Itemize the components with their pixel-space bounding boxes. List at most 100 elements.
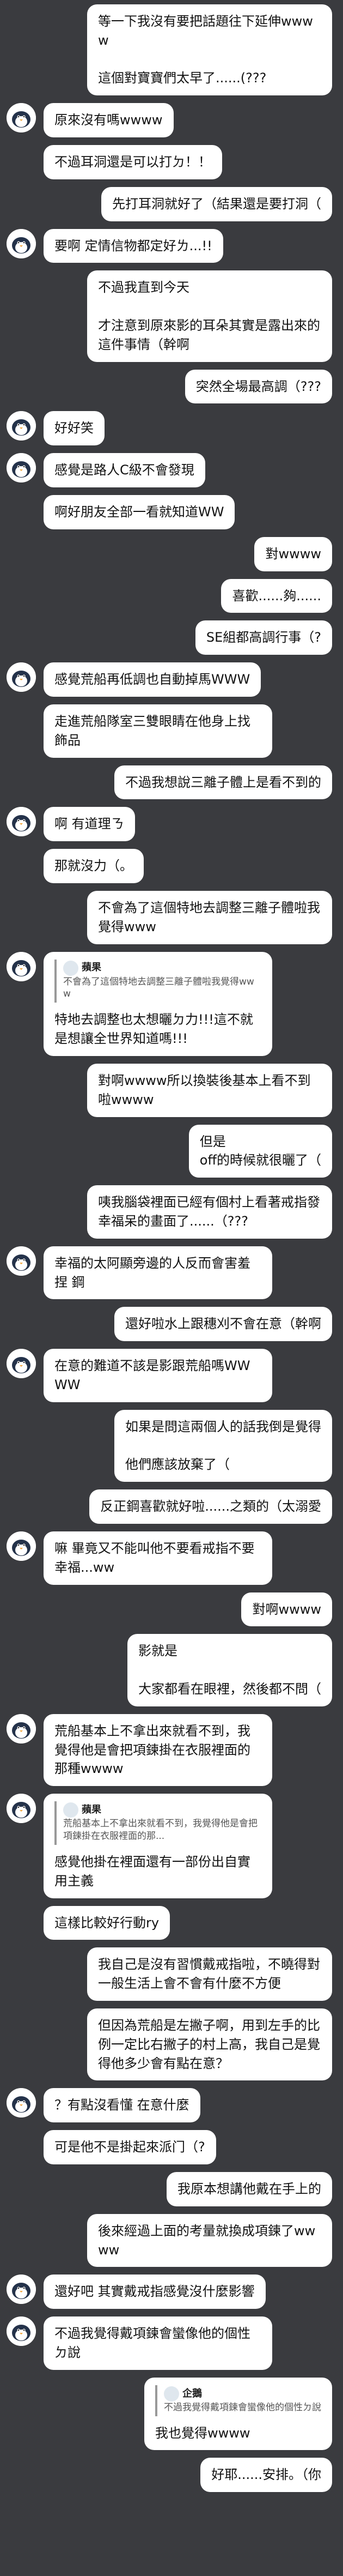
penguin-avatar-icon[interactable] [7,1246,36,1276]
message-bubble[interactable]: 突然全場最高調（??? [185,369,332,404]
message-row: 如果是問這兩個人的話我倒是覺得 他們應該放棄了（ [0,1409,343,1482]
message-row: 不過我直到今天 才注意到原來影的耳朵其實是露出來的這件事情（幹啊 [0,270,343,362]
message-text: 不過我想說三離子體上是看不到的 [125,774,321,790]
penguin-avatar-icon[interactable] [7,1531,36,1561]
message-bubble[interactable]: 不過我想說三離子體上是看不到的 [114,765,332,800]
message-bubble[interactable]: 那就沒力（。 [44,849,144,883]
message-row: 感覺是路人C級不會發現 [0,453,343,487]
penguin-avatar-icon[interactable] [7,951,36,981]
message-bubble[interactable]: 先打耳洞就好了（結果還是要打洞（ [101,186,332,221]
message-bubble[interactable]: 幸福的太阿顯旁邊的人反而會害羞捏 鋼 [44,1246,272,1300]
penguin-avatar-icon[interactable] [7,411,36,441]
message-bubble[interactable]: 蘋果 不會為了這個特地去調整三離子體啦我覺得www 特地去調整也太想曬ㄉ力!!!這不… [44,951,272,1056]
message-text: 還好吧 其實戴戒指感覺沒什麼影響 [54,2284,255,2300]
reply-avatar-icon [164,2386,179,2402]
message-bubble[interactable]: 但是 off的時候就很曬了（ [188,1124,332,1178]
penguin-avatar-icon[interactable] [7,2316,36,2346]
message-bubble[interactable]: 還好吧 其實戴戒指感覺沒什麼影響 [44,2275,266,2309]
message-bubble[interactable]: 對wwww [254,536,332,571]
message-text: 咦我腦袋裡面已經有個村上看著戒指發幸福呆的畫面了......（??? [98,1195,320,1229]
penguin-avatar-icon[interactable] [7,453,36,483]
message-bubble[interactable]: 在意的難道不該是影跟荒船嗎WWWW [44,1349,272,1402]
message-bubble[interactable]: 咦我腦袋裡面已經有個村上看著戒指發幸福呆的畫面了......（??? [87,1185,332,1239]
message-row: 企鵝 不過我覺得戴項鍊會蠻像他的個性ㄉ說 我也覺得wwww [0,2377,343,2451]
penguin-avatar-icon[interactable] [7,2275,36,2304]
message-text: ？有點沒看懂 在意什麼 [54,2097,189,2113]
penguin-avatar-icon[interactable] [7,662,36,692]
message-text: 感覺荒船再低調也自動掉馬WWW [54,672,250,687]
penguin-avatar-icon[interactable] [7,1794,36,1824]
message-bubble[interactable]: 原來沒有嗎wwww [44,103,174,137]
message-bubble[interactable]: 對啊wwww [241,1592,332,1627]
message-bubble[interactable]: 好好笑 [44,411,105,446]
message-row: 原來沒有嗎wwww [0,103,343,137]
penguin-avatar-icon[interactable] [7,103,36,133]
message-text: 影就是 大家都看在眼裡，然後都不問（ [138,1643,321,1697]
message-bubble[interactable]: 後來經過上面的考量就換成項鍊了wwww [87,2213,332,2267]
message-bubble[interactable]: 這樣比較好行動ry [44,1905,170,1940]
message-bubble[interactable]: 感覺荒船再低調也自動掉馬WWW [44,662,261,697]
message-bubble[interactable]: ？有點沒看懂 在意什麼 [44,2088,200,2123]
message-text: 在意的難道不該是影跟荒船嗎WWWW [54,1358,250,1392]
message-bubble[interactable]: 我原本想講他戴在手上的 [167,2171,332,2206]
message-bubble[interactable]: 好耶......安排。（你 [200,2458,332,2493]
message-row: 幸福的太阿顯旁邊的人反而會害羞捏 鋼 [0,1246,343,1300]
reply-quote[interactable]: 企鵝 不過我覺得戴項鍊會蠻像他的個性ㄉ說 [155,2385,321,2416]
penguin-avatar-icon[interactable] [7,1349,36,1379]
message-bubble[interactable]: 企鵝 不過我覺得戴項鍊會蠻像他的個性ㄉ說 我也覺得wwww [144,2377,332,2451]
message-bubble[interactable]: 啊好朋友全部一看就知道WW [44,494,235,529]
message-text: 啊 有道理ㄋ [54,816,124,832]
message-bubble[interactable]: 荒船基本上不拿出來就看不到，我覺得他是會把項鍊掛在衣服裡面的那種wwww [44,1714,272,1787]
message-text: 不過我直到今天 才注意到原來影的耳朵其實是露出來的這件事情（幹啊 [98,280,320,352]
message-bubble[interactable]: 走進荒船隊室三雙眼睛在他身上找飾品 [44,704,272,758]
message-bubble[interactable]: 我自己是沒有習慣戴戒指啦，不曉得對一般生活上會不會有什麼不方便 [87,1947,332,2001]
message-text: 啊好朋友全部一看就知道WW [54,504,224,520]
reply-quote[interactable]: 蘋果荒船基本上不拿出來就看不到，我覺得他是會把項鍊掛在衣服裡面的那... [54,1801,261,1845]
message-text: 對啊wwww所以換裝後基本上看不到啦wwww [98,1072,311,1107]
message-bubble[interactable]: 蘋果 荒船基本上不拿出來就看不到，我覺得他是會把項鍊掛在衣服裡面的那... 感覺他掛… [44,1794,272,1898]
message-text: 如果是問這兩個人的話我倒是覺得 他們應該放棄了（ [125,1419,321,1473]
message-bubble[interactable]: 要啊 定情信物都定好ㄌ...!! [44,228,223,263]
reply-author: 蘋果 [63,960,261,976]
reply-quote[interactable]: 蘋果 不會為了這個特地去調整三離子體啦我覺得www [54,959,261,1003]
message-row: 對啊wwww所以換裝後基本上看不到啦wwww [0,1063,343,1117]
message-text: 那就沒力（。 [54,858,133,874]
message-row: 我自己是沒有習慣戴戒指啦，不曉得對一般生活上會不會有什麼不方便 [0,1947,343,2001]
message-text: 但因為荒船是左撇子啊，用到左手的比例一定比右撇子的村上高，我自己是覺得他多少會有… [98,2017,320,2071]
message-bubble[interactable]: 反正鋼喜歡就好啦......之類的（太溺愛 [89,1489,332,1524]
message-bubble[interactable]: 感覺是路人C級不會發現 [44,453,205,487]
message-bubble[interactable]: 啊 有道理ㄋ [44,807,135,842]
penguin-avatar-icon[interactable] [7,228,36,258]
message-text: 好好笑 [54,420,94,436]
message-text: 喜歡......夠...... [232,588,321,604]
message-bubble[interactable]: 如果是問這兩個人的話我倒是覺得 他們應該放棄了（ [114,1409,332,1482]
message-bubble[interactable]: SE組都高調行事（? [195,620,332,655]
reply-text: 不會為了這個特地去調整三離子體啦我覺得www [63,976,254,1000]
message-bubble[interactable]: 還好啦水上跟穗刈不會在意（幹啊 [114,1307,332,1342]
message-row: 那就沒力（。 [0,849,343,883]
message-text: 我原本想講他戴在手上的 [177,2181,321,2197]
message-bubble[interactable]: 等一下我沒有要把話題往下延伸wwww 這個對寶寶們太早了......(??? [87,4,332,96]
reply-author-name: 蘋果 [82,1803,101,1815]
penguin-avatar-icon[interactable] [7,2088,36,2118]
message-bubble[interactable]: 對啊wwww所以換裝後基本上看不到啦wwww [87,1063,332,1117]
message-row: 蘋果 不會為了這個特地去調整三離子體啦我覺得www 特地去調整也太想曬ㄉ力!!!這不… [0,951,343,1056]
message-text: 荒船基本上不拿出來就看不到，我覺得他是會把項鍊掛在衣服裡面的那種wwww [54,1723,250,1777]
message-bubble[interactable]: 不過我覺得戴項鍊會蠻像他的個性ㄉ說 [44,2316,272,2370]
message-bubble[interactable]: 影就是 大家都看在眼裡，然後都不問（ [127,1634,332,1706]
message-bubble[interactable]: 不過我直到今天 才注意到原來影的耳朵其實是露出來的這件事情（幹啊 [87,270,332,362]
message-text: 走進荒船隊室三雙眼睛在他身上找飾品 [54,713,250,748]
message-bubble[interactable]: 嘛 畢竟又不能叫他不要看戒指不要幸福...ww [44,1531,272,1585]
message-bubble[interactable]: 不過耳洞還是可以打ㄉ！！ [44,144,222,179]
message-text: 好耶......安排。（你 [211,2467,321,2483]
reply-text: 荒船基本上不拿出來就看不到，我覺得他是會把項鍊掛在衣服裡面的那... [63,1818,258,1842]
message-bubble[interactable]: 不會為了這個特地去調整三離子體啦我覺得www [87,890,332,944]
message-row: 蘋果 荒船基本上不拿出來就看不到，我覺得他是會把項鍊掛在衣服裡面的那... 感覺他掛… [0,1794,343,1898]
message-row: 感覺荒船再低調也自動掉馬WWW [0,662,343,697]
penguin-avatar-icon[interactable] [7,807,36,837]
message-bubble[interactable]: 喜歡......夠...... [221,578,332,613]
message-row: 不過我想說三離子體上是看不到的 [0,765,343,800]
message-bubble[interactable]: 可是他不是掛起來派门（? [44,2130,216,2164]
message-bubble[interactable]: 但因為荒船是左撇子啊，用到左手的比例一定比右撇子的村上高，我自己是覺得他多少會有… [87,2008,332,2081]
penguin-avatar-icon[interactable] [7,1714,36,1744]
